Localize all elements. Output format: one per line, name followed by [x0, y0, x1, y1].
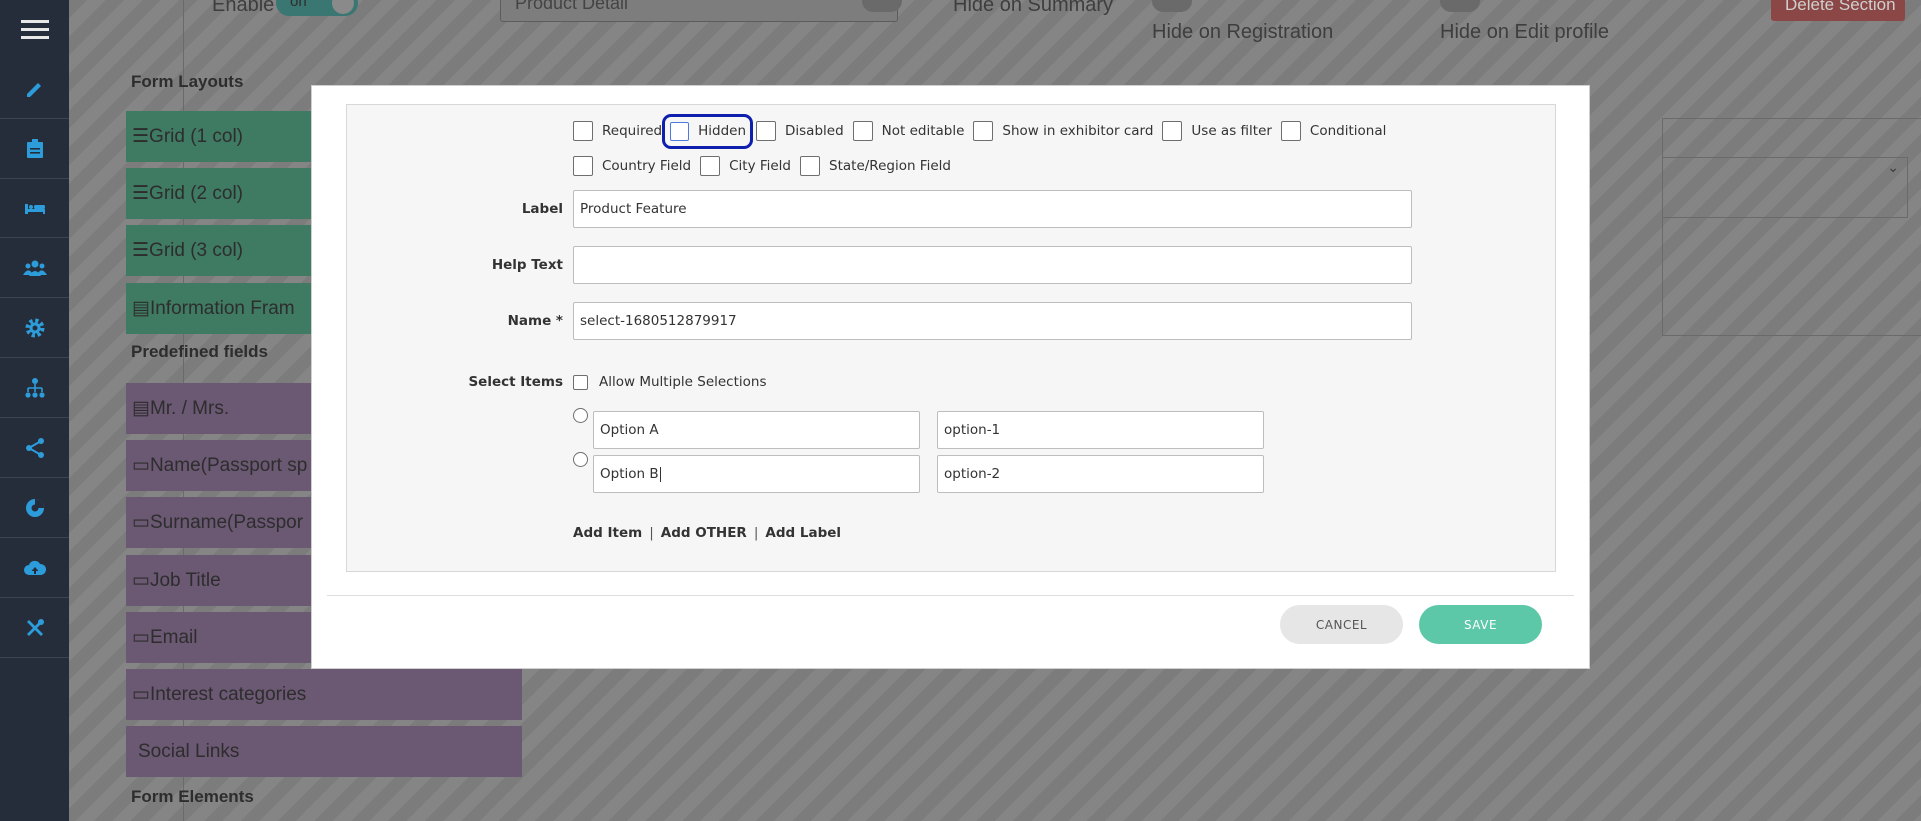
right-panel [1662, 118, 1921, 336]
form-elements-heading: Form Elements [131, 787, 254, 806]
input-icon: ▭ [132, 684, 150, 705]
chevron-down-icon: ⌄ [1887, 160, 1899, 176]
required-label: Required [602, 123, 663, 139]
right-select[interactable]: ⌄ [1662, 157, 1908, 218]
input-icon: ▭ [132, 570, 150, 591]
sitemap-icon[interactable] [0, 358, 69, 418]
option-1-value-input[interactable]: option-1 [937, 411, 1264, 449]
state-region-field-checkbox[interactable] [800, 156, 821, 176]
hidden-checkbox[interactable] [670, 121, 690, 141]
conditional-label: Conditional [1309, 123, 1387, 139]
city-field-checkbox[interactable] [700, 156, 721, 176]
disabled-checkbox[interactable] [756, 121, 776, 141]
name-input[interactable]: select-1680512879917 [573, 302, 1412, 340]
text-cursor [659, 466, 661, 482]
use-as-filter-label: Use as filter [1191, 123, 1272, 139]
option-2-default-radio[interactable] [573, 452, 588, 467]
predefined-social-links[interactable]: Social Links [126, 726, 522, 777]
item-actions: Add Item | Add OTHER | Add Label [573, 525, 842, 541]
hide-on-summary-label: Hide on Summary [953, 0, 1114, 16]
select-icon: ▤ [132, 398, 150, 419]
input-icon: ▭ [132, 512, 150, 533]
conditional-checkbox[interactable] [1280, 121, 1301, 141]
list-icon: ☰ [132, 183, 150, 204]
required-checkbox[interactable] [573, 121, 593, 141]
option-1-label-input[interactable]: Option A [593, 411, 920, 449]
option-1-default-radio[interactable] [573, 408, 588, 423]
input-icon: ▭ [132, 627, 150, 648]
users-icon[interactable] [0, 238, 69, 298]
help-text-input[interactable] [573, 246, 1412, 284]
state-region-field-label: State/Region Field [829, 158, 951, 174]
hide-on-registration-toggle[interactable] [1152, 0, 1192, 12]
option-2-value-input[interactable]: option-2 [937, 455, 1264, 493]
use-as-filter-checkbox[interactable] [1162, 121, 1183, 141]
country-field-checkbox[interactable] [573, 156, 593, 176]
show-in-exhibitor-card-checkbox[interactable] [973, 121, 994, 141]
list-icon: ☰ [132, 240, 150, 261]
enable-label: Enable [212, 0, 275, 16]
save-button[interactable]: SAVE [1419, 605, 1542, 644]
input-icon: ▭ [132, 455, 150, 476]
frame-icon: ▤ [132, 298, 150, 319]
country-field-label: Country Field [602, 158, 692, 174]
clipboard-icon[interactable] [0, 119, 69, 179]
hide-on-edit-profile-toggle[interactable] [1440, 0, 1480, 12]
hidden-label: Hidden [698, 123, 746, 139]
not-editable-checkbox[interactable] [852, 121, 873, 141]
city-field-label: City Field [729, 158, 792, 174]
form-layouts-heading: Form Layouts [131, 72, 244, 91]
show-in-exhibitor-card-label: Show in exhibitor card [1002, 123, 1154, 139]
disabled-label: Disabled [785, 123, 844, 139]
enable-toggle[interactable]: on [276, 0, 358, 16]
allow-multiple-checkbox[interactable] [573, 375, 588, 390]
help-text-field-label: Help Text [491, 257, 563, 273]
option-2-label-input[interactable]: Option B [593, 455, 920, 493]
options-row-1: Required Hidden Disabled Not editable Sh… [573, 113, 1395, 149]
hide-on-summary-toggle[interactable] [862, 0, 902, 12]
hidden-option-focused: Hidden [662, 113, 753, 149]
chart-icon[interactable] [0, 478, 69, 538]
add-item-link[interactable]: Add Item [573, 525, 642, 541]
section-title-input[interactable]: Product Detail [500, 0, 898, 22]
list-icon: ☰ [132, 126, 150, 147]
label-field-label: Label [521, 201, 563, 217]
predefined-interest-categories[interactable]: ▭ Interest categories [126, 669, 522, 720]
options-row-2: Country Field City Field State/Region Fi… [573, 156, 960, 176]
delete-section-button[interactable]: Delete Section [1771, 0, 1905, 21]
cloud-upload-icon[interactable] [0, 538, 69, 598]
pencil-icon[interactable] [0, 59, 69, 119]
add-label-link[interactable]: Add Label [765, 525, 841, 541]
bed-icon[interactable] [0, 178, 69, 238]
label-input[interactable]: Product Feature [573, 190, 1412, 228]
hide-on-registration-label: Hide on Registration [1152, 21, 1334, 43]
modal-body: Required Hidden Disabled Not editable Sh… [346, 104, 1556, 572]
share-icon[interactable] [0, 418, 69, 478]
predefined-fields-heading: Predefined fields [131, 342, 268, 361]
name-field-label: Name * [507, 313, 563, 329]
hide-on-edit-profile-label: Hide on Edit profile [1440, 21, 1609, 43]
modal-footer-divider [327, 595, 1574, 596]
gear-icon[interactable] [0, 298, 69, 358]
cancel-button[interactable]: CANCEL [1280, 605, 1403, 644]
not-editable-label: Not editable [881, 123, 965, 139]
select-items-label: Select Items [468, 374, 563, 390]
sidebar [0, 0, 69, 821]
field-settings-modal: Required Hidden Disabled Not editable Sh… [311, 85, 1590, 669]
menu-icon[interactable] [0, 0, 69, 58]
add-other-link[interactable]: Add OTHER [661, 525, 747, 541]
tools-icon[interactable] [0, 598, 69, 658]
allow-multiple-label: Allow Multiple Selections [599, 374, 767, 390]
